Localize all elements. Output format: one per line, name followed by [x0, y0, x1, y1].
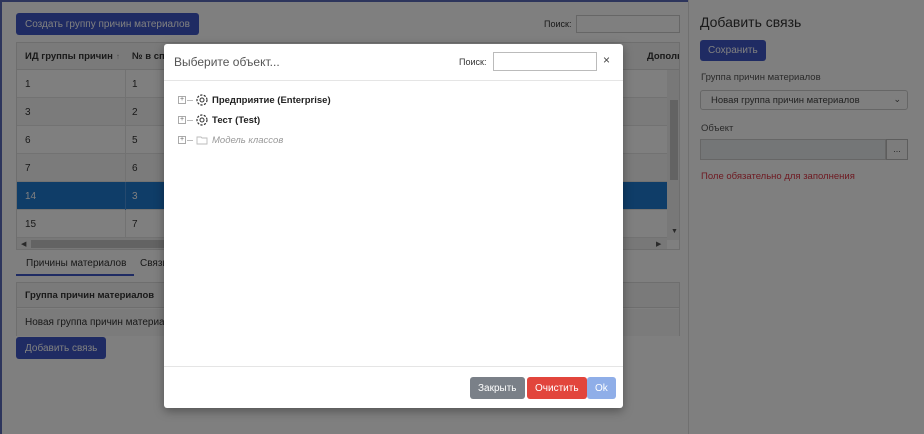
gear-icon: [194, 112, 210, 131]
expand-icon[interactable]: +: [178, 116, 186, 124]
clear-button[interactable]: Очистить: [527, 377, 587, 399]
dialog-search-label: Поиск:: [459, 57, 487, 67]
tree-node-label: Тест (Test): [212, 115, 261, 126]
dialog-search-input[interactable]: [493, 52, 597, 71]
close-icon[interactable]: ×: [603, 53, 610, 67]
tree-node-label: Модель классов: [212, 135, 284, 146]
expand-icon[interactable]: +: [178, 96, 186, 104]
dialog-header: Выберите объект... Поиск: ×: [164, 44, 623, 81]
expand-icon[interactable]: +: [178, 136, 186, 144]
ok-button[interactable]: Ok: [587, 377, 616, 399]
select-object-dialog: Выберите объект... Поиск: × + Предприяти…: [164, 44, 623, 408]
dialog-title: Выберите объект...: [174, 55, 280, 69]
dialog-close-button[interactable]: Закрыть: [470, 377, 525, 399]
gear-icon: [194, 92, 210, 111]
tree-node-label: Предприятие (Enterprise): [212, 95, 331, 106]
folder-icon: [194, 132, 210, 151]
dialog-footer: Закрыть Очистить Ok: [164, 366, 623, 408]
